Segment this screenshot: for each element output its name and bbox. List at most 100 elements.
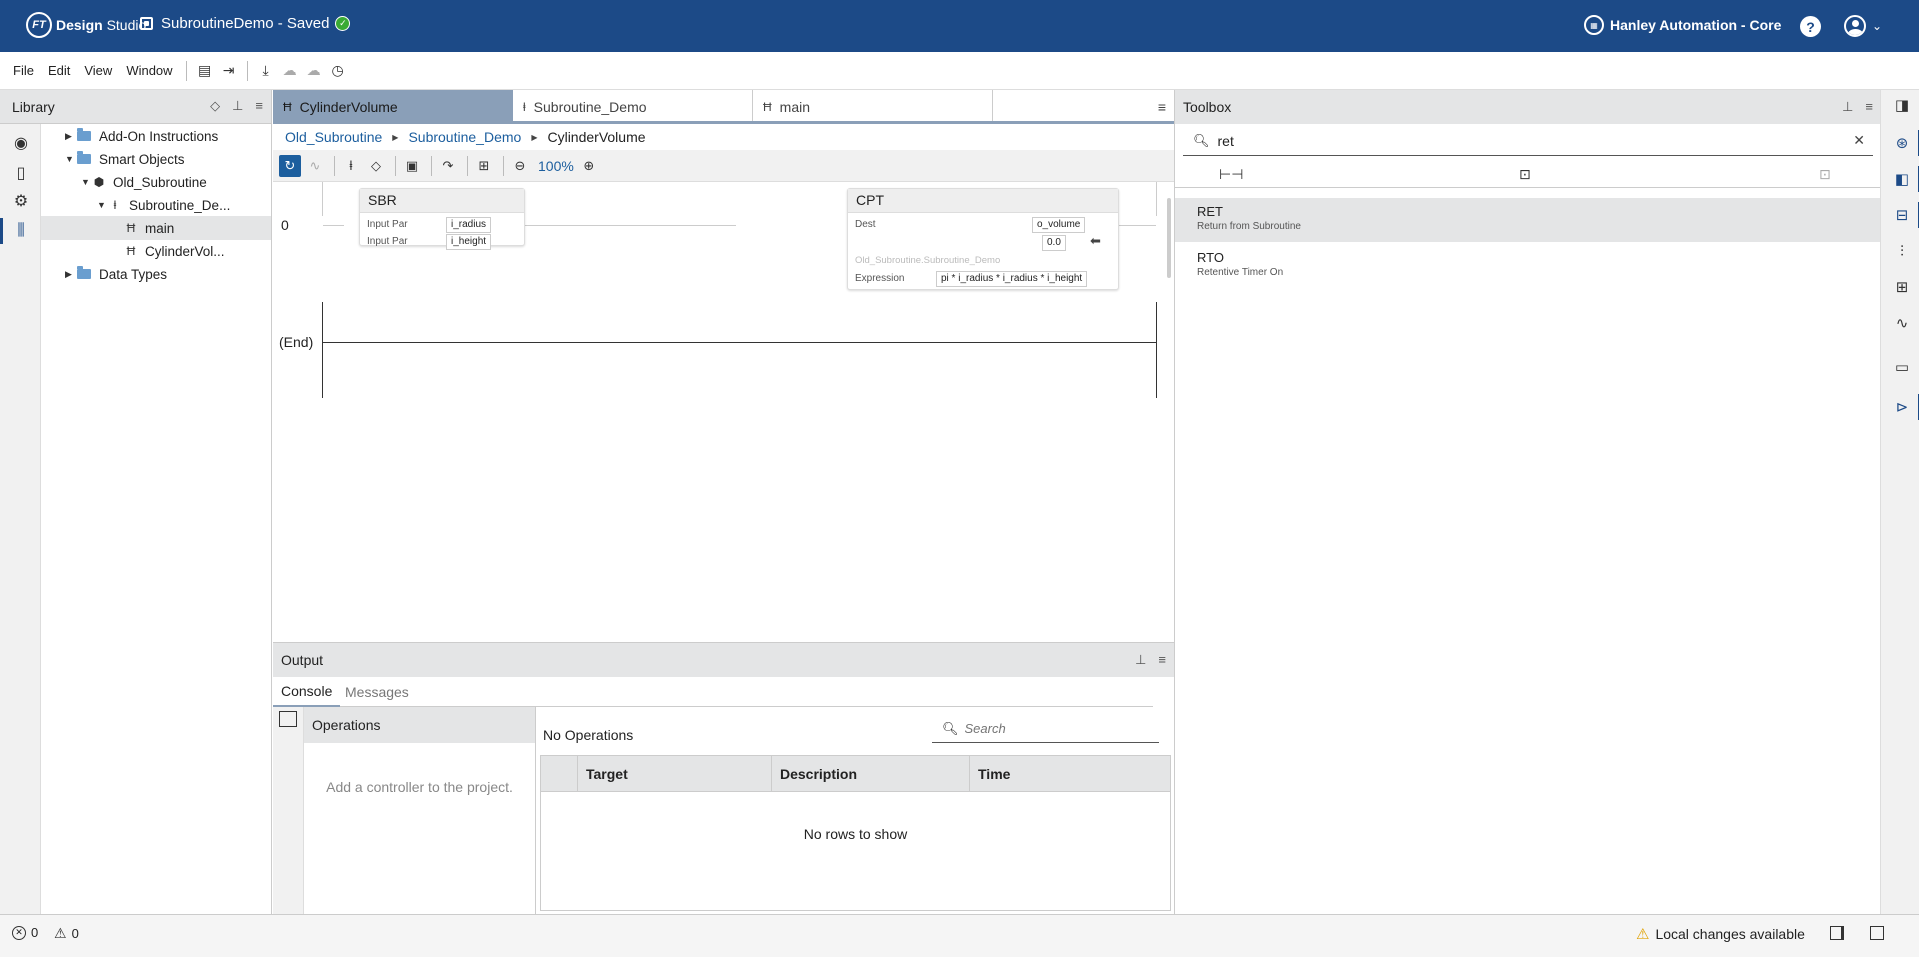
device-icon[interactable]: ▯ bbox=[10, 162, 32, 184]
toolbox-icon[interactable]: ⊟ bbox=[1891, 202, 1919, 228]
breadcrumb-old-subroutine[interactable]: Old_Subroutine bbox=[285, 129, 382, 145]
warning-count[interactable]: ⚠ 0 bbox=[54, 925, 79, 942]
tree-item-smart-objects[interactable]: ▼ Smart Objects bbox=[65, 147, 271, 171]
cloud-download-icon[interactable]: ☁ bbox=[303, 60, 325, 82]
history-icon[interactable]: ◷ bbox=[327, 60, 349, 82]
collapse-arrow-icon[interactable]: ▼ bbox=[81, 177, 93, 187]
scrollbar-thumb[interactable] bbox=[1167, 198, 1171, 278]
grid-select-column[interactable] bbox=[541, 756, 577, 792]
operations-pane: Operations Add a controller to the proje… bbox=[304, 707, 536, 915]
sbr-param-value[interactable]: i_height bbox=[446, 234, 492, 250]
sbr-param-value[interactable]: i_radius bbox=[446, 217, 492, 233]
tab-main[interactable]: Ħ main bbox=[753, 90, 993, 124]
download-project-icon[interactable]: ⤓ bbox=[255, 60, 277, 82]
tuning-icon[interactable]: ⫶ bbox=[1891, 240, 1913, 262]
toolbox-search-input[interactable] bbox=[1217, 132, 1838, 149]
operations-title: Operations bbox=[304, 707, 535, 743]
tree-item-subroutine-demo[interactable]: ▼ ⱡ Subroutine_De... bbox=[97, 193, 271, 217]
new-document-icon[interactable]: ▤ bbox=[194, 60, 216, 82]
tree-item-old-subroutine[interactable]: ▼ ⬢ Old_Subroutine bbox=[81, 170, 271, 194]
settings-panel-icon[interactable]: ⚙ bbox=[10, 190, 32, 212]
split-view-icon[interactable]: ◧ bbox=[1891, 166, 1919, 192]
local-changes-status[interactable]: ⚠ Local changes available bbox=[1636, 925, 1805, 943]
cloud-upload-icon[interactable]: ☁ bbox=[279, 60, 301, 82]
tree-item-main[interactable]: Ħ main bbox=[41, 216, 271, 240]
export-document-icon[interactable]: ⇥ bbox=[218, 60, 240, 82]
tree-item-data-types[interactable]: ▶ Data Types bbox=[65, 262, 271, 286]
toolbar-separator bbox=[334, 155, 335, 176]
error-count[interactable]: ✕ 0 bbox=[12, 925, 38, 940]
refresh-mode-icon[interactable]: ↻ bbox=[279, 154, 301, 177]
pin-icon[interactable]: ⊥ bbox=[232, 98, 243, 114]
zoom-level[interactable]: 100% bbox=[538, 158, 574, 174]
tag-tool-icon[interactable]: ◇ bbox=[365, 155, 387, 177]
output-search[interactable]: 🔍︎ bbox=[932, 715, 1159, 743]
menu-edit[interactable]: Edit bbox=[41, 63, 77, 78]
tab-subroutine-demo[interactable]: ⱡ Subroutine_Demo bbox=[513, 90, 753, 124]
zoom-in-icon[interactable]: ⊕ bbox=[578, 155, 600, 177]
properties-panel-icon[interactable]: ◨ bbox=[1891, 94, 1913, 116]
cpt-dest-value[interactable]: o_volume bbox=[1032, 217, 1086, 233]
right-power-rail bbox=[1156, 182, 1157, 216]
redo-icon[interactable]: ↷ bbox=[437, 155, 459, 177]
tab-console[interactable]: Console bbox=[273, 677, 341, 707]
status-bar: ✕ 0 ⚠ 0 ⚠ Local changes available bbox=[0, 914, 1919, 957]
user-menu[interactable]: ⌄ bbox=[1844, 15, 1882, 37]
help-icon[interactable]: ? bbox=[1800, 16, 1821, 37]
column-target[interactable]: Target bbox=[577, 756, 771, 792]
toolbox-item-rto[interactable]: RTO Retentive Timer On bbox=[1175, 244, 1881, 288]
pin-icon[interactable]: ⊥ bbox=[1842, 99, 1853, 115]
org-selector[interactable]: ▦ Hanley Automation - Core bbox=[1584, 15, 1781, 35]
editor-scrollbar[interactable] bbox=[1166, 190, 1172, 630]
expand-arrow-icon[interactable]: ▶ bbox=[65, 269, 77, 280]
end-right-rail bbox=[1156, 302, 1157, 398]
trend-icon[interactable]: ∿ bbox=[1891, 312, 1913, 334]
menu-file[interactable]: File bbox=[6, 63, 41, 78]
ladder-canvas[interactable]: 0 (End) SBR Input Par i_radius Input Par… bbox=[273, 182, 1163, 622]
tabs-menu-icon[interactable]: ≡ bbox=[1158, 99, 1166, 115]
device-status-icon[interactable] bbox=[1830, 926, 1844, 940]
toolbox-item-ret[interactable]: RET Return from Subroutine bbox=[1175, 198, 1881, 242]
category-block-icon[interactable]: ⊡ bbox=[1519, 166, 1531, 183]
collapse-arrow-icon[interactable]: ▼ bbox=[65, 154, 77, 164]
panel-toggle-icon[interactable] bbox=[279, 711, 297, 727]
pin-icon[interactable]: ⊥ bbox=[1135, 652, 1146, 668]
rung-wire bbox=[323, 225, 344, 226]
collapse-arrow-icon[interactable]: ▼ bbox=[97, 200, 109, 210]
tree-item-add-on-instructions[interactable]: ▶ Add-On Instructions bbox=[65, 124, 271, 148]
output-search-input[interactable] bbox=[964, 721, 1145, 736]
cpt-instruction[interactable]: CPT Dest o_volume 0.0 ⬅ Old_Subroutine.S… bbox=[847, 188, 1119, 290]
terminal-icon[interactable]: ⊳ bbox=[1891, 394, 1919, 420]
cpt-expression-value[interactable]: pi * i_radius * i_radius * i_height bbox=[936, 271, 1088, 287]
menu-view[interactable]: View bbox=[77, 63, 119, 78]
controller-icon[interactable]: ◉ bbox=[10, 132, 32, 154]
expand-arrow-icon[interactable]: ▶ bbox=[65, 131, 77, 142]
toolbox-search[interactable]: 🔍︎ ✕ bbox=[1183, 126, 1873, 156]
sbr-instruction[interactable]: SBR Input Par i_radius Input Par i_heigh… bbox=[359, 188, 525, 250]
column-time[interactable]: Time bbox=[969, 756, 1170, 792]
category-contact-icon[interactable]: ⊢⊣ bbox=[1219, 166, 1243, 183]
column-description[interactable]: Description bbox=[771, 756, 969, 792]
maximize-icon[interactable] bbox=[1870, 926, 1884, 940]
library-icon[interactable]: ⫼ bbox=[0, 218, 32, 244]
tag-icon[interactable]: ◇ bbox=[210, 98, 220, 114]
breadcrumb-subroutine-demo[interactable]: Subroutine_Demo bbox=[408, 129, 521, 145]
code-view-icon[interactable]: ▣ bbox=[401, 155, 423, 177]
tree-item-cylindervolume[interactable]: Ħ CylinderVol... bbox=[125, 239, 271, 263]
output-panel-icon[interactable]: ▭ bbox=[1891, 356, 1913, 378]
zoom-out-icon[interactable]: ⊖ bbox=[509, 155, 531, 177]
app-logo[interactable]: FT Design Studio bbox=[26, 12, 146, 38]
subroutine-tool-icon[interactable]: ⱡ bbox=[340, 155, 362, 177]
tab-messages[interactable]: Messages bbox=[337, 677, 417, 707]
hamburger-menu-icon[interactable]: ≡ bbox=[1865, 99, 1873, 115]
clear-search-icon[interactable]: ✕ bbox=[1853, 132, 1865, 149]
trend-icon[interactable]: ∿ bbox=[304, 155, 326, 177]
add-instruction-icon[interactable]: ⊞ bbox=[473, 155, 495, 177]
tab-cylindervolume[interactable]: Ħ CylinderVolume bbox=[273, 90, 513, 124]
navigator-icon[interactable]: ⊛ bbox=[1891, 130, 1919, 156]
hamburger-menu-icon[interactable]: ≡ bbox=[255, 98, 263, 114]
menu-window[interactable]: Window bbox=[119, 63, 179, 78]
hamburger-menu-icon[interactable]: ≡ bbox=[1158, 652, 1166, 668]
add-instruction-icon[interactable]: ⊞ bbox=[1891, 276, 1913, 298]
category-function-icon[interactable]: ⊡ bbox=[1819, 166, 1831, 183]
